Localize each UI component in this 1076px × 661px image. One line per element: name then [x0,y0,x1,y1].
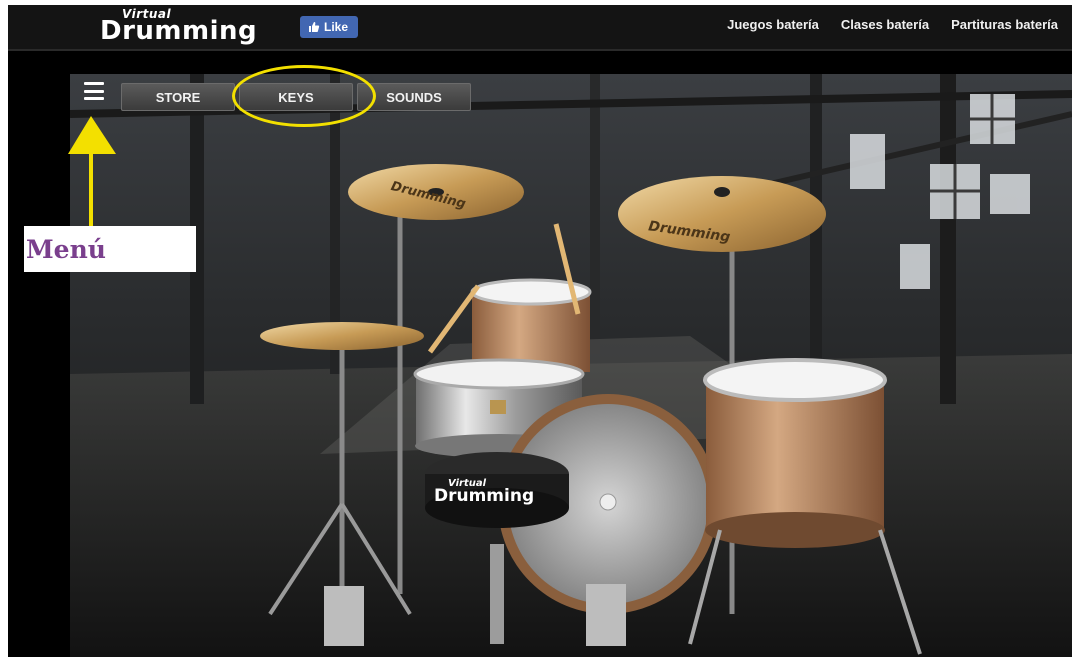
site-nav: Juegos batería Clases batería Partituras… [727,17,1058,32]
nav-link-partituras[interactable]: Partituras batería [951,17,1058,32]
facebook-like-button[interactable]: Like [300,16,359,38]
menu-icon-line [84,89,104,93]
nav-link-juegos[interactable]: Juegos batería [727,17,819,32]
thumbs-up-icon [309,22,320,32]
tab-store[interactable]: STORE [121,83,235,111]
drum-stage: Drumming Drumming Virtual Drumming [70,74,1072,657]
warehouse-background [70,74,1072,657]
menu-icon-line [84,97,104,100]
site-logo[interactable]: Virtual Drumming [100,7,275,47]
arrow-up-icon [68,116,116,228]
nav-link-clases[interactable]: Clases batería [841,17,929,32]
throne-logo-big: Drumming [434,486,535,506]
logo-big-text: Drumming [100,16,258,46]
menu-icon[interactable] [84,82,104,100]
site-header: Virtual Drumming Like Juegos batería Cla… [8,5,1072,51]
menu-icon-line [84,82,104,85]
keys-highlight-ellipse [232,65,376,127]
like-label: Like [324,20,349,34]
menu-annotation-label: Menú [24,226,196,272]
